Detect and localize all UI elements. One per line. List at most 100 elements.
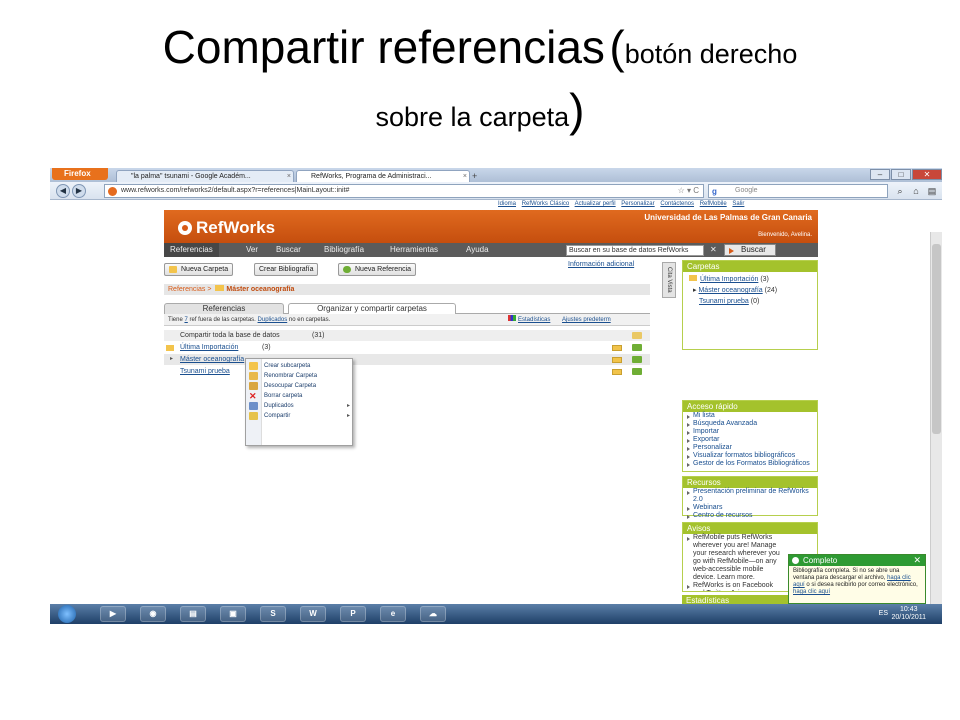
- ctx-duplicates[interactable]: Duplicados ▸: [246, 401, 354, 411]
- folder-label[interactable]: Tsunami prueba: [180, 366, 230, 377]
- citation-view-tab[interactable]: Cita Vista: [662, 262, 676, 298]
- sidebar-folder-item[interactable]: Última Importación (3): [689, 275, 769, 285]
- menu-bibliografia[interactable]: Bibliografía: [324, 243, 364, 257]
- new-tab-button[interactable]: +: [472, 171, 477, 181]
- minimize-button[interactable]: –: [870, 169, 890, 180]
- taskbar-clock[interactable]: 10:43 20/10/2011: [891, 606, 926, 622]
- folder-icon[interactable]: [612, 369, 622, 375]
- link-contact[interactable]: Contáctenos: [660, 201, 694, 207]
- link-refmobile[interactable]: RefMobile: [700, 201, 727, 207]
- ie-icon[interactable]: e: [380, 606, 406, 622]
- link-customize[interactable]: Personalizar: [621, 201, 654, 207]
- quick-link[interactable]: Búsqueda Avanzada: [683, 420, 817, 428]
- sidebar-folder-count: (0): [750, 298, 760, 305]
- powerpoint-icon[interactable]: P: [340, 606, 366, 622]
- tools-icon[interactable]: ▤: [924, 185, 940, 197]
- url-bar[interactable]: www.refworks.com/refworks2/default.aspx?…: [104, 184, 704, 198]
- sidebar-folder-item[interactable]: ▸ Máster oceanografía (24): [693, 286, 777, 296]
- link-classic[interactable]: RefWorks Clásico: [522, 201, 570, 207]
- folder-row[interactable]: Tsunami prueba: [164, 366, 650, 377]
- page-scrollbar[interactable]: [930, 232, 942, 624]
- quick-link[interactable]: Personalizar: [683, 444, 817, 452]
- browser-tab-active[interactable]: RefWorks, Programa de Administraci... ×: [296, 170, 470, 182]
- menu-herramientas[interactable]: Herramientas: [390, 243, 438, 257]
- tab-close-icon[interactable]: ×: [287, 171, 291, 182]
- notification-text: o si desea recibirlo por correo electrón…: [806, 582, 918, 588]
- folder-label[interactable]: Máster oceanografía: [180, 354, 244, 365]
- back-icon[interactable]: ◀: [56, 184, 70, 198]
- menu-buscar[interactable]: Buscar: [276, 243, 301, 257]
- ctx-rename-folder[interactable]: Renombrar Carpeta: [246, 371, 354, 381]
- toolrow-text: no en carpetas.: [288, 317, 331, 323]
- folder-icon[interactable]: [612, 357, 622, 363]
- resource-link[interactable]: Presentación preliminar de RefWorks 2.0: [683, 488, 817, 504]
- share-icon[interactable]: [632, 332, 642, 339]
- folder-row[interactable]: Última Importación (3): [164, 342, 650, 353]
- maximize-button[interactable]: □: [891, 169, 911, 180]
- create-bibliography-button[interactable]: Crear Bibliografía: [254, 263, 319, 276]
- duplicates-link[interactable]: Duplicados: [258, 317, 288, 323]
- search-button[interactable]: Buscar: [724, 244, 776, 256]
- link-idioma[interactable]: Idioma: [498, 201, 516, 207]
- resource-link[interactable]: Webinars: [683, 504, 817, 512]
- explorer-icon[interactable]: ▤: [180, 606, 206, 622]
- go-icon[interactable]: [632, 344, 642, 351]
- link-profile[interactable]: Actualizar perfil: [575, 201, 616, 207]
- menu-ver[interactable]: Ver: [246, 243, 258, 257]
- scrollbar-thumb[interactable]: [932, 244, 941, 434]
- resource-link[interactable]: Centro de recursos: [683, 512, 817, 520]
- ctx-delete-folder[interactable]: ✕ Borrar carpeta: [246, 391, 354, 401]
- clear-search-icon[interactable]: ✕: [710, 243, 717, 257]
- search-icon[interactable]: ⌕: [892, 185, 908, 197]
- sidebar-folder-item[interactable]: Tsunami prueba (0): [699, 297, 759, 307]
- media-player-icon[interactable]: ▶: [100, 606, 126, 622]
- cloud-app-icon[interactable]: ☁: [420, 606, 446, 622]
- notification-header: Completo ✕: [789, 555, 925, 566]
- ctx-share[interactable]: Compartir ▸: [246, 411, 354, 421]
- refworks-logo[interactable]: RefWorks: [178, 218, 275, 238]
- folder-row-all[interactable]: Compartir toda la base de datos (31): [164, 330, 650, 341]
- quick-link[interactable]: Visualizar formatos bibliográficos: [683, 452, 817, 460]
- new-folder-button[interactable]: Nueva Carpeta: [164, 263, 234, 276]
- close-window-button[interactable]: ✕: [912, 169, 942, 180]
- quick-link[interactable]: Importar: [683, 428, 817, 436]
- menu-referencias[interactable]: Referencias: [164, 243, 219, 257]
- pdf-icon[interactable]: ▣: [220, 606, 246, 622]
- ctx-create-subfolder[interactable]: Crear subcarpeta: [246, 361, 354, 371]
- close-icon[interactable]: ✕: [913, 555, 921, 566]
- bookmark-star-icon[interactable]: ☆ ▾ C: [678, 185, 699, 197]
- unfiled-count-link[interactable]: 7: [184, 317, 187, 323]
- firefox-icon[interactable]: ◉: [140, 606, 166, 622]
- firefox-menu-button[interactable]: Firefox: [52, 168, 108, 180]
- go-icon[interactable]: [632, 368, 642, 375]
- language-indicator[interactable]: ES: [879, 610, 888, 617]
- breadcrumb-root[interactable]: Referencias: [168, 286, 205, 293]
- quick-link[interactable]: Exportar: [683, 436, 817, 444]
- quick-link[interactable]: Mi lista: [683, 412, 817, 420]
- info-link[interactable]: Información adicional: [568, 261, 634, 268]
- skype-icon[interactable]: S: [260, 606, 286, 622]
- tab-referencias[interactable]: Referencias: [164, 303, 284, 314]
- tab-close-icon[interactable]: ×: [463, 171, 467, 182]
- browser-tab[interactable]: "la palma" tsunami - Google Académ... ×: [116, 170, 294, 182]
- share-icon: [249, 412, 258, 420]
- quick-link[interactable]: Gestor de los Formatos Bibliográficos: [683, 460, 817, 468]
- folder-icon[interactable]: [612, 345, 622, 351]
- new-reference-button[interactable]: Nueva Referencia: [338, 263, 417, 276]
- go-icon[interactable]: [632, 356, 642, 363]
- start-button-icon[interactable]: [58, 605, 76, 623]
- folder-label[interactable]: Última Importación: [180, 342, 238, 353]
- email-link[interactable]: haga clic aquí: [793, 589, 830, 595]
- menu-ayuda[interactable]: Ayuda: [466, 243, 489, 257]
- forward-icon[interactable]: ▶: [72, 184, 86, 198]
- home-icon[interactable]: ⌂: [908, 185, 924, 197]
- settings-link[interactable]: Ajustes predeterm: [562, 314, 611, 326]
- expand-icon[interactable]: ▸: [170, 354, 173, 365]
- refworks-search-input[interactable]: Buscar en su base de datos RefWorks: [566, 245, 704, 256]
- ctx-empty-folder[interactable]: Desocupar Carpeta: [246, 381, 354, 391]
- web-search-input[interactable]: g Google: [708, 184, 888, 198]
- stats-link[interactable]: Estadísticas: [508, 314, 550, 326]
- link-logout[interactable]: Salir: [732, 201, 744, 207]
- word-icon[interactable]: W: [300, 606, 326, 622]
- folder-row-selected[interactable]: ▸ Máster oceanografía: [164, 354, 650, 365]
